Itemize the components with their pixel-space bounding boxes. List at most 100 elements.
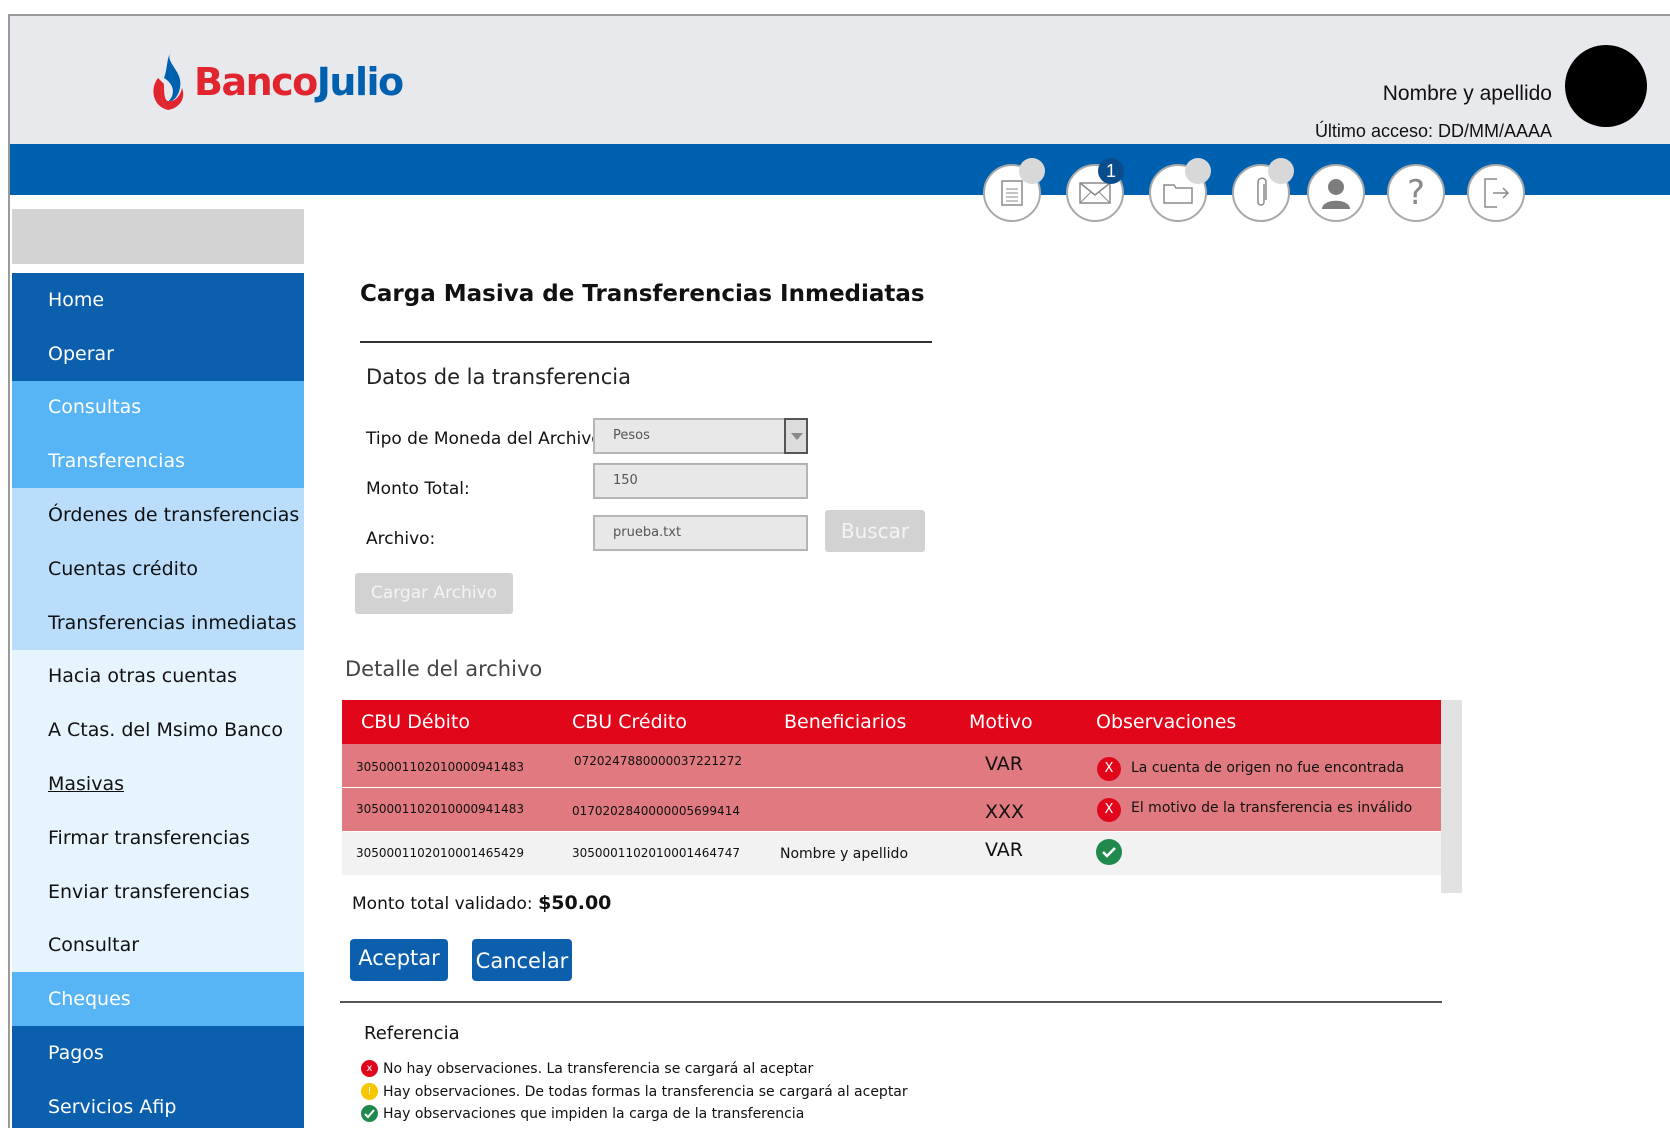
sidebar-item-label: Transferencias bbox=[48, 450, 185, 473]
user-profile-icon bbox=[1322, 179, 1350, 209]
sidebar-item-transferencias[interactable]: Transferencias bbox=[12, 434, 304, 489]
reference-item: x No hay observaciones. La transferencia… bbox=[361, 1060, 813, 1077]
reason: VAR bbox=[985, 753, 1023, 775]
help-icon: ? bbox=[1406, 173, 1426, 213]
avatar[interactable] bbox=[1565, 45, 1647, 127]
mail-badge: 1 bbox=[1098, 158, 1124, 184]
sidebar-item-cheques[interactable]: Cheques bbox=[12, 972, 304, 1027]
sidebar-header bbox=[12, 209, 304, 264]
warning-icon: ! bbox=[361, 1083, 378, 1100]
reason: XXX bbox=[985, 801, 1025, 823]
sidebar-item-label: Pagos bbox=[48, 1042, 104, 1065]
amount-value: 150 bbox=[613, 473, 638, 488]
table-scrollbar[interactable] bbox=[1441, 700, 1462, 893]
currency-label: Tipo de Moneda del Archivo: bbox=[366, 429, 608, 449]
sidebar-item-label: Home bbox=[48, 288, 105, 311]
cancel-button[interactable]: Cancelar bbox=[472, 939, 572, 981]
observation: El motivo de la transferencia es inválid… bbox=[1131, 800, 1413, 816]
reference-text: Hay observaciones. De todas formas la tr… bbox=[383, 1083, 908, 1100]
error-icon: x bbox=[361, 1060, 378, 1077]
logout-button[interactable] bbox=[1467, 164, 1525, 222]
top-header: BancoJulio Nombre y apellido Último acce… bbox=[10, 16, 1670, 144]
table-row[interactable]: 3050001102010001465429 30500011020100014… bbox=[342, 832, 1441, 875]
sidebar-item-label: Consultar bbox=[48, 934, 140, 957]
debit-cbu: 3050001102010001465429 bbox=[356, 846, 524, 860]
column-header: Beneficiarios bbox=[784, 711, 907, 733]
reference-text: Hay observaciones que impiden la carga d… bbox=[383, 1105, 805, 1122]
load-file-button[interactable]: Cargar Archivo bbox=[355, 573, 513, 614]
sidebar-item-label: A Ctas. del Msimo Banco bbox=[48, 719, 283, 742]
table-row[interactable]: 3050001102010000941483 07202478800000372… bbox=[342, 744, 1441, 787]
paperclip-icon bbox=[1257, 177, 1267, 206]
debit-cbu: 3050001102010000941483 bbox=[356, 760, 524, 774]
observation: La cuenta de origen no fue encontrada bbox=[1131, 760, 1405, 776]
error-icon: X bbox=[1097, 757, 1121, 781]
flame-logo-icon bbox=[153, 50, 184, 110]
file-field[interactable]: prueba.txt bbox=[593, 515, 808, 551]
help-button[interactable]: ? bbox=[1387, 164, 1445, 222]
sidebar-item-transferencias-inmediatas[interactable]: Transferencias inmediatas bbox=[12, 595, 304, 650]
last-access-text: Último acceso: DD/MM/AAAA bbox=[1314, 121, 1552, 141]
sidebar-item-masivas[interactable]: Masivas bbox=[12, 757, 304, 811]
folder-button[interactable] bbox=[1149, 158, 1211, 222]
brand-name-part2: Julio bbox=[316, 60, 404, 104]
user-name: Nombre y apellido bbox=[1382, 82, 1552, 105]
search-file-button[interactable]: Buscar bbox=[825, 510, 925, 552]
sidebar-item-consultas[interactable]: Consultas bbox=[12, 380, 304, 435]
file-value: prueba.txt bbox=[613, 525, 682, 540]
debit-cbu: 3050001102010000941483 bbox=[356, 802, 524, 816]
page-title: Carga Masiva de Transferencias Inmediata… bbox=[360, 281, 925, 307]
folder-icon bbox=[1163, 184, 1193, 204]
sidebar-item-ordenes[interactable]: Órdenes de transferencias bbox=[12, 488, 304, 542]
document-icon bbox=[1001, 180, 1023, 206]
section-title: Datos de la transferencia bbox=[366, 365, 631, 389]
profile-button[interactable] bbox=[1307, 164, 1365, 222]
sidebar-item-cuentas-credito[interactable]: Cuentas crédito bbox=[12, 541, 304, 596]
reason: VAR bbox=[985, 839, 1023, 861]
sidebar-item-label: Hacia otras cuentas bbox=[48, 665, 238, 688]
column-header: Motivo bbox=[969, 711, 1033, 733]
sidebar-item-pagos[interactable]: Pagos bbox=[12, 1026, 304, 1080]
currency-value: Pesos bbox=[613, 428, 650, 443]
column-header: Observaciones bbox=[1096, 711, 1237, 733]
sidebar-item-label: Firmar transferencias bbox=[48, 826, 250, 849]
reference-item: Hay observaciones que impiden la carga d… bbox=[361, 1105, 804, 1122]
attachments-button[interactable] bbox=[1232, 158, 1294, 222]
logout-icon bbox=[1484, 178, 1510, 208]
validated-total: Monto total validado: $50.00 bbox=[352, 892, 611, 914]
sidebar-item-firmar[interactable]: Firmar transferencias bbox=[12, 810, 304, 865]
credit-cbu: 0720247880000037221272 bbox=[574, 754, 742, 768]
mail-icon bbox=[1079, 182, 1111, 204]
sidebar-item-label: Órdenes de transferencias bbox=[48, 504, 300, 527]
notification-dot bbox=[1185, 158, 1211, 184]
accept-button[interactable]: Aceptar bbox=[350, 939, 448, 981]
amount-field[interactable]: 150 bbox=[593, 463, 808, 499]
validated-total-value: $50.00 bbox=[538, 892, 612, 914]
sidebar-item-otras-cuentas[interactable]: Hacia otras cuentas bbox=[12, 649, 304, 704]
file-label: Archivo: bbox=[366, 529, 436, 549]
check-icon bbox=[361, 1105, 378, 1122]
reference-item: ! Hay observaciones. De todas formas la … bbox=[361, 1083, 908, 1100]
reference-text: No hay observaciones. La transferencia s… bbox=[383, 1060, 814, 1077]
brand-name-part1: Banco bbox=[194, 60, 318, 104]
brand-logo[interactable]: BancoJulio bbox=[150, 48, 404, 116]
sidebar-item-operar[interactable]: Operar bbox=[12, 326, 304, 381]
credit-cbu: 0170202840000005699414 bbox=[572, 804, 740, 818]
beneficiary: Nombre y apellido bbox=[780, 846, 909, 862]
chevron-down-icon[interactable] bbox=[784, 418, 808, 454]
sidebar-item-home[interactable]: Home bbox=[12, 273, 304, 327]
sidebar-item-enviar[interactable]: Enviar transferencias bbox=[12, 864, 304, 919]
sidebar-item-label: Cheques bbox=[48, 988, 131, 1011]
sidebar-item-mismo-banco[interactable]: A Ctas. del Msimo Banco bbox=[12, 703, 304, 758]
amount-label: Monto Total: bbox=[366, 479, 470, 499]
sidebar-item-label: Servicios Afip bbox=[48, 1095, 177, 1118]
document-button[interactable] bbox=[983, 158, 1045, 222]
mail-button[interactable]: 1 bbox=[1066, 158, 1124, 222]
sidebar-item-consultar[interactable]: Consultar bbox=[12, 918, 304, 973]
error-icon: X bbox=[1097, 798, 1121, 822]
table-header: CBU Débito CBU Crédito Beneficiarios Mot… bbox=[342, 700, 1441, 744]
currency-select[interactable]: Pesos bbox=[593, 418, 808, 454]
table-row[interactable]: 3050001102010000941483 01702028400000056… bbox=[342, 788, 1441, 831]
sidebar-item-servicios-afip[interactable]: Servicios Afip bbox=[12, 1079, 304, 1128]
title-divider bbox=[360, 341, 932, 343]
